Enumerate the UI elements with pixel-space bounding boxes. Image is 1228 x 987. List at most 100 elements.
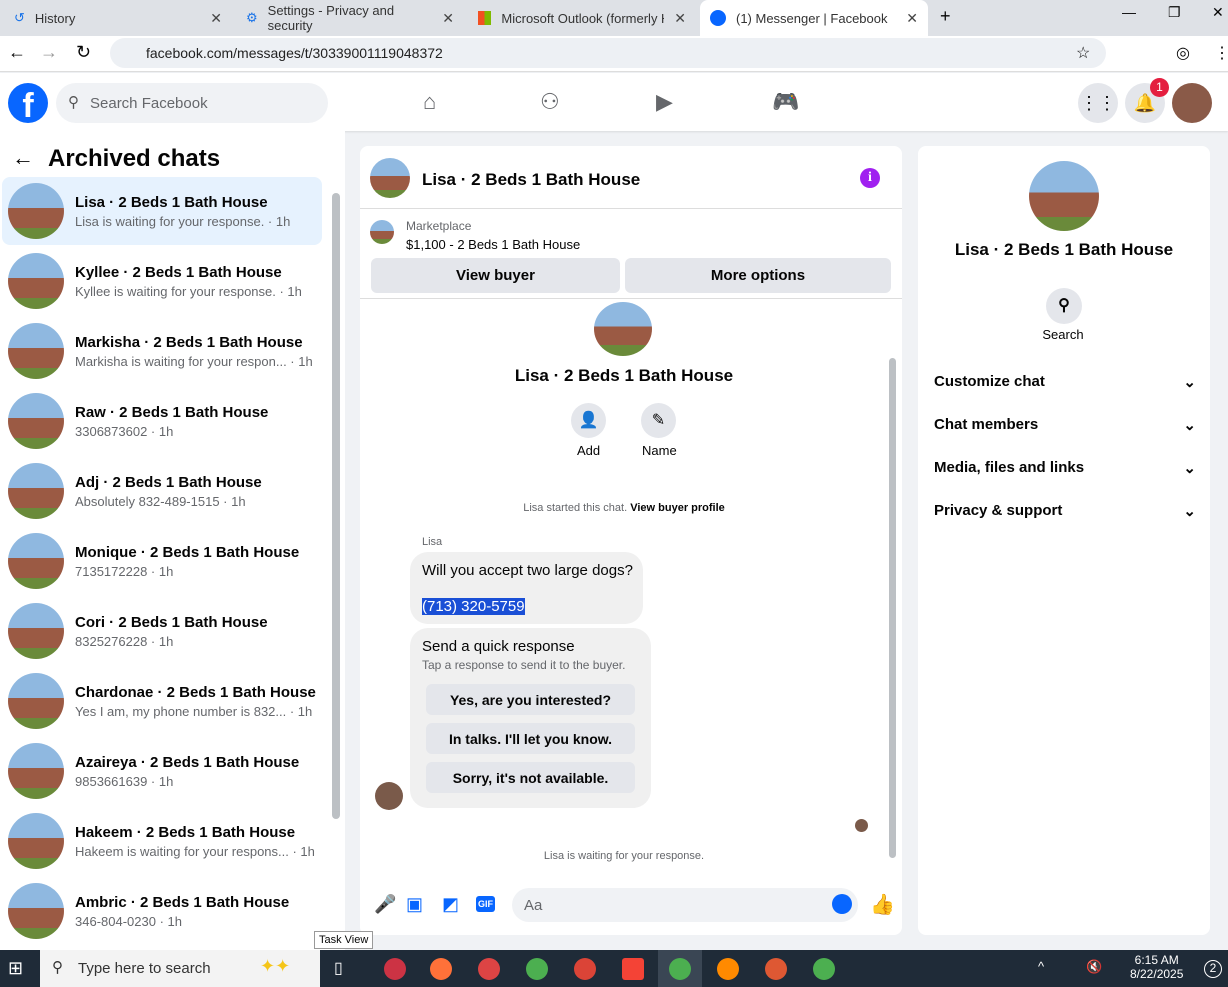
forward-button[interactable]: → — [40, 42, 58, 63]
message-bubble: Will you accept two large dogs? (713) 32… — [410, 552, 643, 624]
section-customize-chat[interactable]: Customize chat ⌄ — [934, 373, 1196, 391]
facebook-logo[interactable]: f — [8, 83, 48, 123]
task-view-tooltip: Task View — [314, 931, 374, 949]
chat-avatar — [8, 393, 64, 449]
chat-list-item[interactable]: Hakeem · 2 Beds 1 Bath House Hakeem is wa… — [2, 807, 322, 875]
quick-response-button[interactable]: Sorry, it's not available. — [426, 762, 635, 793]
chat-avatar — [8, 463, 64, 519]
sticker-icon[interactable]: ◩ — [442, 894, 459, 915]
view-buyer-profile-link[interactable]: View buyer profile — [630, 502, 725, 514]
facebook-header: f ⚲ Search Facebook ⌂ ⚇ ▶ 🎮 ⋮⋮ 🔔 1 — [0, 73, 1228, 131]
friends-icon[interactable]: ⚇ — [540, 89, 560, 115]
view-buyer-button[interactable]: View buyer — [371, 258, 620, 293]
taskbar-search-input[interactable]: ⚲ Type here to search ✦✦ — [40, 950, 320, 987]
quick-response-button[interactable]: Yes, are you interested? — [426, 684, 635, 715]
tab-outlook[interactable]: Microsoft Outlook (formerly Ho ✕ — [468, 0, 696, 36]
new-tab-button[interactable]: + — [940, 6, 951, 27]
close-tab-icon[interactable]: ✕ — [210, 10, 222, 27]
tray-chevron-icon[interactable]: ^ — [1038, 959, 1044, 974]
conversation-scrollbar[interactable] — [889, 358, 896, 858]
gif-icon[interactable]: GIF — [476, 896, 495, 912]
microphone-icon[interactable]: 🎤 — [374, 894, 396, 915]
chrome-icon[interactable] — [813, 958, 835, 980]
chat-name: Adj · 2 Beds 1 Bath House — [75, 473, 262, 491]
chat-list-item[interactable]: Raw · 2 Beds 1 Bath House 3306873602 · 1h — [2, 387, 322, 455]
restore-button[interactable]: ❐ — [1168, 4, 1181, 21]
search-input[interactable]: ⚲ Search Facebook — [56, 83, 328, 123]
close-tab-icon[interactable]: ✕ — [674, 10, 686, 27]
chat-list-item[interactable]: Lisa · 2 Beds 1 Bath House Lisa is waitin… — [2, 177, 322, 245]
tab-history[interactable]: ↺ History ✕ — [4, 0, 232, 36]
account-avatar[interactable] — [1172, 83, 1212, 123]
tab-messenger[interactable]: (1) Messenger | Facebook ✕ — [700, 0, 928, 36]
video-icon[interactable]: ▶ — [656, 89, 673, 115]
chat-list-item[interactable]: Monique · 2 Beds 1 Bath House 7135172228 … — [2, 527, 322, 595]
chat-list-item[interactable]: Markisha · 2 Beds 1 Bath House Markisha i… — [2, 317, 322, 385]
chat-preview: Yes I am, my phone number is 832... · 1h — [75, 703, 313, 719]
message-input[interactable]: Aa — [512, 888, 858, 922]
info-icon[interactable]: i — [860, 168, 880, 188]
menu-grid-button[interactable]: ⋮⋮ — [1078, 83, 1118, 123]
close-tab-icon[interactable]: ✕ — [442, 10, 454, 27]
chat-list-item[interactable]: Adj · 2 Beds 1 Bath House Absolutely 832-… — [2, 457, 322, 525]
quick-response-button[interactable]: In talks. I'll let you know. — [426, 723, 635, 754]
search-in-chat-button[interactable]: ⚲ — [1046, 288, 1082, 324]
volume-muted-icon[interactable]: 🔇 — [1086, 959, 1102, 975]
menu-icon[interactable]: ⋮ — [1214, 43, 1228, 63]
section-privacy-support[interactable]: Privacy & support ⌄ — [934, 502, 1196, 520]
chat-list-scrollbar[interactable] — [332, 193, 340, 819]
chrome-icon[interactable] — [526, 958, 548, 980]
task-view-icon[interactable]: ▯ — [334, 958, 343, 978]
chat-preview: 7135172228 · 1h — [75, 563, 174, 579]
windows-start-icon[interactable]: ⊞ — [8, 958, 23, 979]
bookmark-star-icon[interactable]: ☆ — [1076, 43, 1090, 63]
section-media-files-links[interactable]: Media, files and links ⌄ — [934, 459, 1196, 477]
like-icon[interactable]: 👍 — [870, 892, 895, 917]
snipping-tool-icon[interactable] — [384, 958, 406, 980]
taskbar-search-placeholder: Type here to search — [78, 960, 211, 977]
chat-preview: Hakeem is waiting for your respons... · … — [75, 843, 315, 859]
reload-button[interactable]: ↻ — [76, 42, 91, 63]
time: 6:15 AM — [1134, 953, 1179, 967]
back-arrow-icon[interactable]: ← — [12, 145, 34, 171]
firefox-icon[interactable] — [430, 958, 452, 980]
edit-name-button[interactable]: ✎ — [641, 403, 676, 438]
more-options-button[interactable]: More options — [625, 258, 891, 293]
url-field[interactable]: facebook.com/messages/t/3033900111904837… — [110, 38, 1106, 68]
search-label: Search — [1042, 327, 1084, 342]
close-window-button[interactable]: ✕ — [1212, 4, 1224, 21]
chat-list-item[interactable]: Cori · 2 Beds 1 Bath House 8325276228 · 1… — [2, 597, 322, 665]
chat-avatar[interactable] — [370, 158, 410, 198]
profile-icon[interactable]: ◎ — [1176, 43, 1190, 63]
notification-center-icon[interactable]: 2 — [1204, 960, 1222, 978]
back-button[interactable]: ← — [8, 42, 26, 63]
chrome-icon[interactable] — [574, 958, 596, 980]
gaming-icon[interactable]: 🎮 — [772, 89, 799, 115]
home-icon[interactable]: ⌂ — [423, 89, 436, 115]
copilot-sparkle-icon: ✦✦ — [260, 956, 291, 976]
chat-list-item[interactable]: Azaireya · 2 Beds 1 Bath House 9853661639… — [2, 737, 322, 805]
chat-preview: 8325276228 · 1h — [75, 633, 174, 649]
clock[interactable]: 6:15 AM 8/22/2025 — [1130, 953, 1183, 981]
close-tab-icon[interactable]: ✕ — [906, 10, 918, 27]
chat-list-item[interactable]: Ambric · 2 Beds 1 Bath House 346-804-0230… — [2, 877, 322, 945]
section-chat-members[interactable]: Chat members ⌄ — [934, 416, 1196, 434]
duckduckgo-icon[interactable] — [765, 958, 787, 980]
app-icon[interactable] — [478, 958, 500, 980]
minimize-button[interactable]: — — [1122, 4, 1136, 20]
photo-icon[interactable]: ▣ — [406, 894, 423, 915]
chrome-icon-active[interactable] — [669, 958, 691, 980]
chat-name: Raw · 2 Beds 1 Bath House — [75, 403, 269, 421]
section-label: Media, files and links — [934, 459, 1085, 476]
chat-title[interactable]: Lisa · 2 Beds 1 Bath House — [422, 170, 640, 190]
chat-list-item[interactable]: Kyllee · 2 Beds 1 Bath House Kyllee is wa… — [2, 247, 322, 315]
emoji-icon[interactable] — [832, 894, 852, 914]
chat-name: Monique · 2 Beds 1 Bath House — [75, 543, 300, 561]
chat-list-item[interactable]: Chardonae · 2 Beds 1 Bath House Yes I am,… — [2, 667, 322, 735]
add-person-button[interactable]: 👤 — [571, 403, 606, 438]
section-label: Chat members — [934, 416, 1039, 433]
listing-title[interactable]: $1,100 - 2 Beds 1 Bath House — [406, 237, 580, 252]
anydesk-icon[interactable] — [622, 958, 644, 980]
app-icon[interactable] — [717, 958, 739, 980]
tab-settings[interactable]: ⚙ Settings - Privacy and security ✕ — [236, 0, 464, 36]
